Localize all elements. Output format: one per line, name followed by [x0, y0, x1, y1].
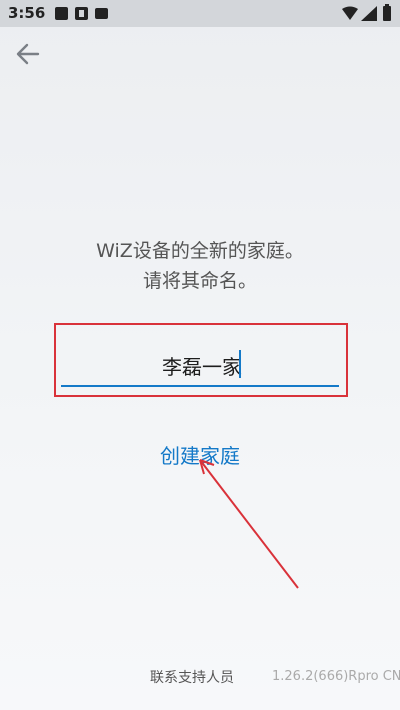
- contact-support-link[interactable]: 联系支持人员: [150, 667, 234, 687]
- back-arrow-icon[interactable]: [14, 40, 42, 68]
- a-icon: [75, 7, 88, 20]
- heading-line-1: WiZ设备的全新的家庭。: [96, 240, 304, 262]
- annotation-arrow: [199, 459, 299, 589]
- message-icon: [95, 8, 108, 19]
- input-underline: [61, 385, 339, 387]
- page-heading: WiZ设备的全新的家庭。 请将其命名。: [0, 236, 400, 296]
- image-icon: [55, 7, 68, 20]
- status-time: 3:56: [8, 4, 46, 22]
- signal-icon: [361, 6, 377, 21]
- text-caret: [239, 350, 241, 378]
- home-name-input[interactable]: [61, 344, 343, 386]
- status-bar: 3:56: [0, 0, 400, 27]
- wifi-icon: [342, 6, 358, 20]
- battery-icon: [383, 4, 391, 21]
- heading-line-2: 请将其命名。: [142, 270, 257, 292]
- version-label: 1.26.2(666)Rpro CN: [272, 669, 400, 684]
